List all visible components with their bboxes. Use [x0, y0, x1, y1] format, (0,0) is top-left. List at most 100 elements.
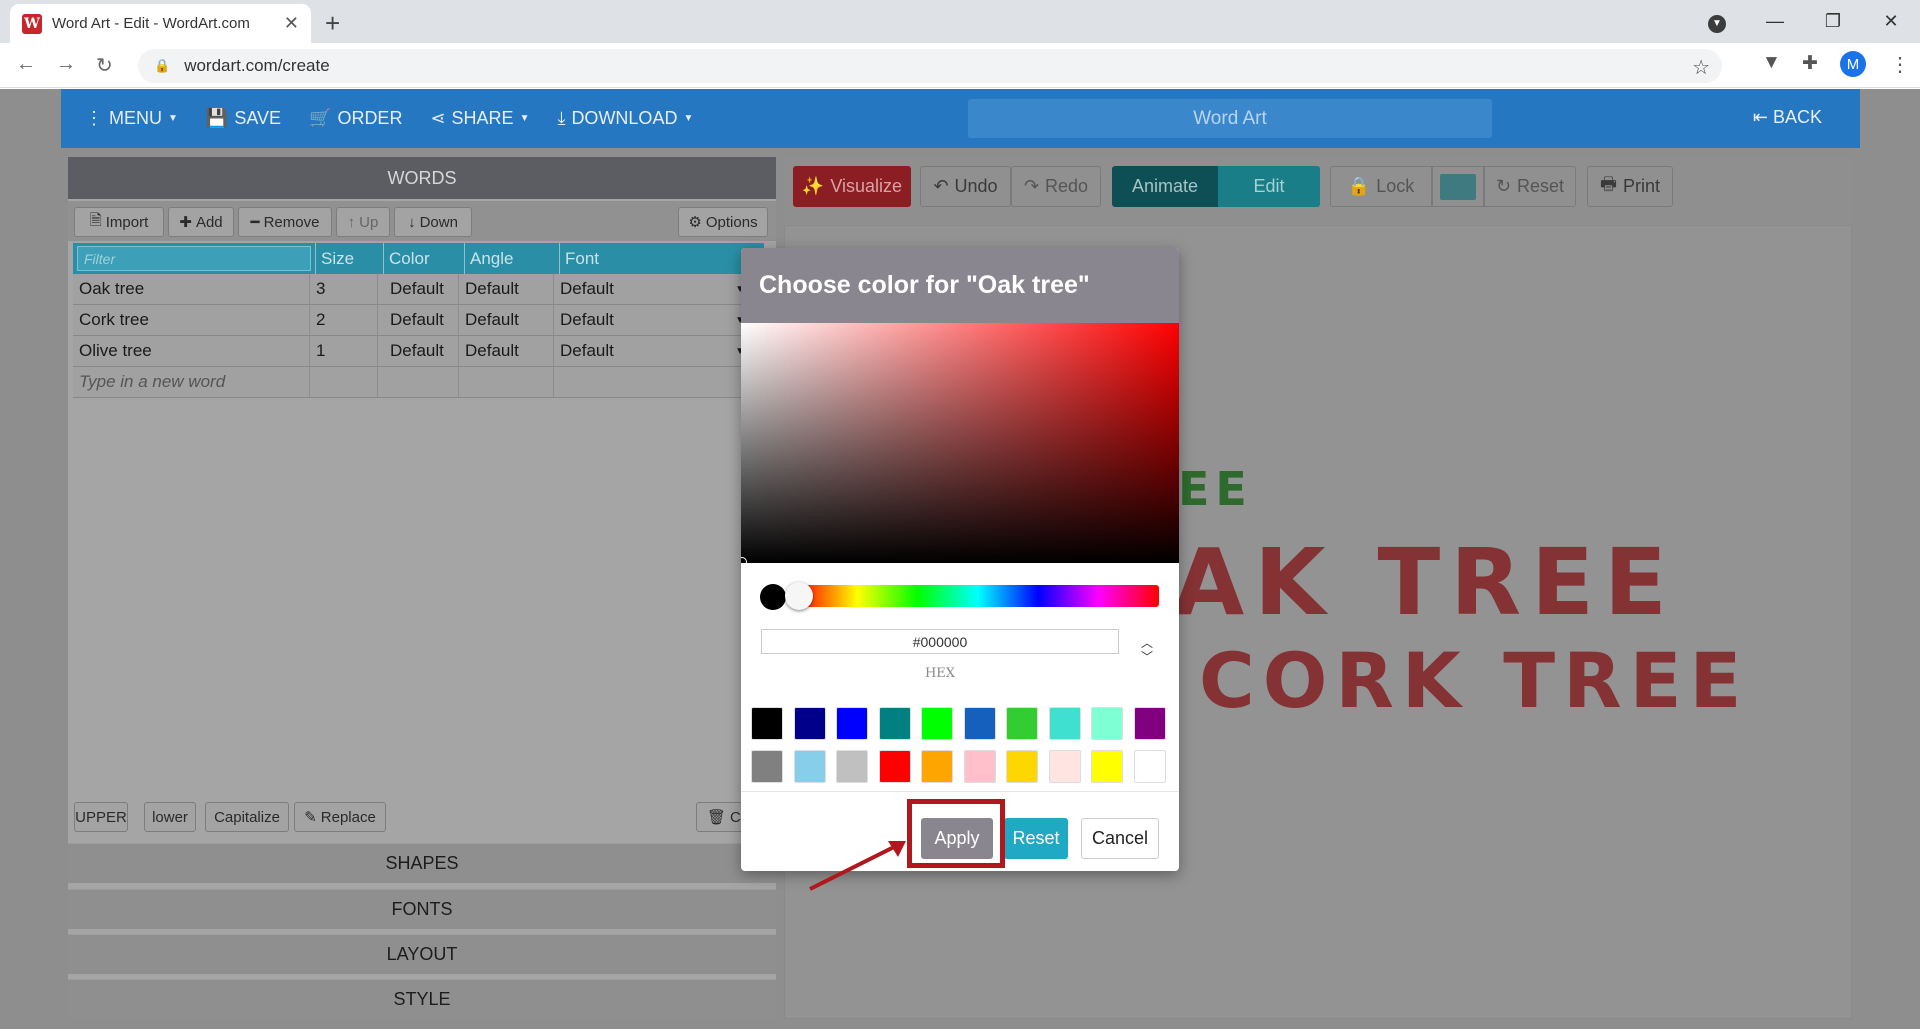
table-row[interactable]: Cork tree 2 Default Default Default▼	[73, 305, 764, 336]
new-word-input[interactable]: Type in a new word	[73, 367, 310, 397]
capitalize-button[interactable]: Capitalize	[205, 802, 289, 832]
import-button[interactable]: 🗎 Import	[74, 207, 164, 237]
font-cell[interactable]: Default▼	[554, 336, 749, 366]
undo-button[interactable]: ↶ Undo	[920, 166, 1011, 207]
color-swatch[interactable]	[793, 750, 826, 783]
color-swatch[interactable]	[878, 750, 911, 783]
hue-slider[interactable]	[797, 585, 1159, 607]
color-swatch[interactable]	[1006, 707, 1038, 740]
hue-slider-handle[interactable]	[785, 582, 813, 610]
edit-tab[interactable]: Edit	[1218, 166, 1320, 207]
tab-search-icon[interactable]: ▼	[1688, 10, 1746, 33]
print-button[interactable]: 🖶 Print	[1587, 166, 1673, 207]
canvas-word-oak[interactable]: AK TREE	[1173, 529, 1677, 636]
table-row[interactable]: Olive tree 1 Default Default Default▼	[73, 336, 764, 367]
color-swatch[interactable]	[1133, 750, 1166, 783]
color-swatch[interactable]	[1133, 707, 1166, 740]
animate-tab[interactable]: Animate	[1112, 166, 1218, 207]
add-button[interactable]: ✚ Add	[168, 207, 234, 237]
color-swatch-button[interactable]	[1432, 166, 1484, 207]
down-button[interactable]: ↓ Down	[394, 207, 472, 237]
color-swatch[interactable]	[751, 750, 783, 783]
color-swatch[interactable]	[1091, 707, 1123, 740]
section-fonts[interactable]: FONTS	[68, 889, 776, 929]
canvas-word-olive[interactable]: EE	[1178, 462, 1253, 516]
table-row[interactable]: Oak tree 3 Default Default Default▼	[73, 274, 764, 305]
color-swatch[interactable]	[963, 750, 996, 783]
reset-canvas-button[interactable]: ↻ Reset	[1484, 166, 1576, 207]
color-swatch[interactable]	[1048, 707, 1081, 740]
download-button[interactable]: ⤓ DOWNLOAD ▼	[557, 108, 693, 129]
lock-button[interactable]: 🔒 Lock	[1330, 166, 1432, 207]
back-button[interactable]: ⇤ BACK	[1753, 107, 1822, 128]
angle-cell[interactable]: Default	[459, 336, 554, 366]
column-font[interactable]: Font	[559, 243, 754, 274]
section-shapes[interactable]: SHAPES	[68, 843, 776, 883]
upper-button[interactable]: UPPER	[74, 802, 128, 832]
replace-button[interactable]: ✎ Replace	[294, 802, 386, 832]
sv-cursor[interactable]	[741, 557, 747, 567]
browser-tab[interactable]: W Word Art - Edit - WordArt.com ✕	[10, 4, 311, 43]
browser-menu-icon[interactable]: ⋮	[1890, 52, 1910, 77]
color-swatch[interactable]	[1048, 750, 1081, 783]
color-swatch[interactable]	[751, 707, 783, 740]
visualize-button[interactable]: ✨ Visualize	[793, 166, 911, 207]
profile-avatar[interactable]: M	[1840, 51, 1866, 77]
tab-close-icon[interactable]: ✕	[284, 13, 299, 34]
color-swatch[interactable]	[793, 707, 826, 740]
color-swatch[interactable]	[878, 707, 911, 740]
share-button[interactable]: ⋖ SHARE ▼	[430, 108, 529, 129]
options-button[interactable]: ⚙ Options	[678, 207, 768, 237]
angle-cell[interactable]: Default	[459, 305, 554, 335]
size-cell[interactable]: 3	[310, 274, 378, 304]
format-toggle[interactable]: ︿ ﹀	[1141, 636, 1153, 664]
section-style[interactable]: STYLE	[68, 979, 776, 1019]
canvas-word-cork[interactable]: CORK TREE	[1199, 636, 1749, 725]
forward-arrow-icon[interactable]: →	[56, 53, 76, 76]
word-cell[interactable]: Olive tree	[73, 336, 310, 366]
redo-button[interactable]: ↷ Redo	[1011, 166, 1101, 207]
column-size[interactable]: Size	[315, 243, 383, 274]
hex-input[interactable]	[761, 629, 1119, 654]
color-cell[interactable]: Default	[378, 274, 459, 304]
font-cell[interactable]: Default▼	[554, 305, 749, 335]
color-swatch[interactable]	[1006, 750, 1038, 783]
new-tab-icon[interactable]: +	[325, 8, 340, 39]
size-cell[interactable]: 1	[310, 336, 378, 366]
reload-icon[interactable]: ↻	[96, 53, 113, 78]
up-button[interactable]: ↑ Up	[336, 207, 390, 237]
angle-cell[interactable]: Default	[459, 274, 554, 304]
restore-icon[interactable]: ❐	[1804, 11, 1862, 32]
color-swatch[interactable]	[836, 750, 868, 783]
saturation-value-picker[interactable]	[741, 323, 1179, 567]
save-button[interactable]: 💾 SAVE	[206, 108, 281, 129]
extension-filter-icon[interactable]: ▼	[1762, 52, 1781, 74]
menu-button[interactable]: ⋮ MENU ▼	[85, 108, 178, 129]
lower-button[interactable]: lower	[144, 802, 196, 832]
extensions-puzzle-icon[interactable]: ✚	[1802, 52, 1818, 75]
color-swatch[interactable]	[963, 707, 996, 740]
close-window-icon[interactable]: ✕	[1862, 11, 1920, 32]
section-layout[interactable]: LAYOUT	[68, 934, 776, 974]
words-panel-title[interactable]: WORDS	[68, 157, 776, 199]
filter-input[interactable]: Filter	[77, 246, 311, 271]
size-cell[interactable]: 2	[310, 305, 378, 335]
bookmark-star-icon[interactable]: ☆	[1692, 55, 1710, 80]
word-cell[interactable]: Oak tree	[73, 274, 310, 304]
color-cell[interactable]: Default	[378, 305, 459, 335]
remove-button[interactable]: ━ Remove	[238, 207, 332, 237]
column-color[interactable]: Color	[383, 243, 464, 274]
url-bar[interactable]: 🔒 wordart.com/create ☆	[138, 49, 1722, 83]
word-cell[interactable]: Cork tree	[73, 305, 310, 335]
font-cell[interactable]: Default▼	[554, 274, 749, 304]
back-arrow-icon[interactable]: ←	[16, 53, 36, 76]
new-word-row[interactable]: Type in a new word	[73, 367, 764, 398]
reset-button[interactable]: Reset	[1004, 818, 1068, 859]
wordart-title-field[interactable]: Word Art	[968, 99, 1492, 138]
color-swatch[interactable]	[921, 707, 953, 740]
cancel-button[interactable]: Cancel	[1081, 818, 1159, 859]
color-cell[interactable]: Default	[378, 336, 459, 366]
minimize-icon[interactable]: —	[1746, 11, 1804, 32]
column-angle[interactable]: Angle	[464, 243, 559, 274]
color-swatch[interactable]	[836, 707, 868, 740]
